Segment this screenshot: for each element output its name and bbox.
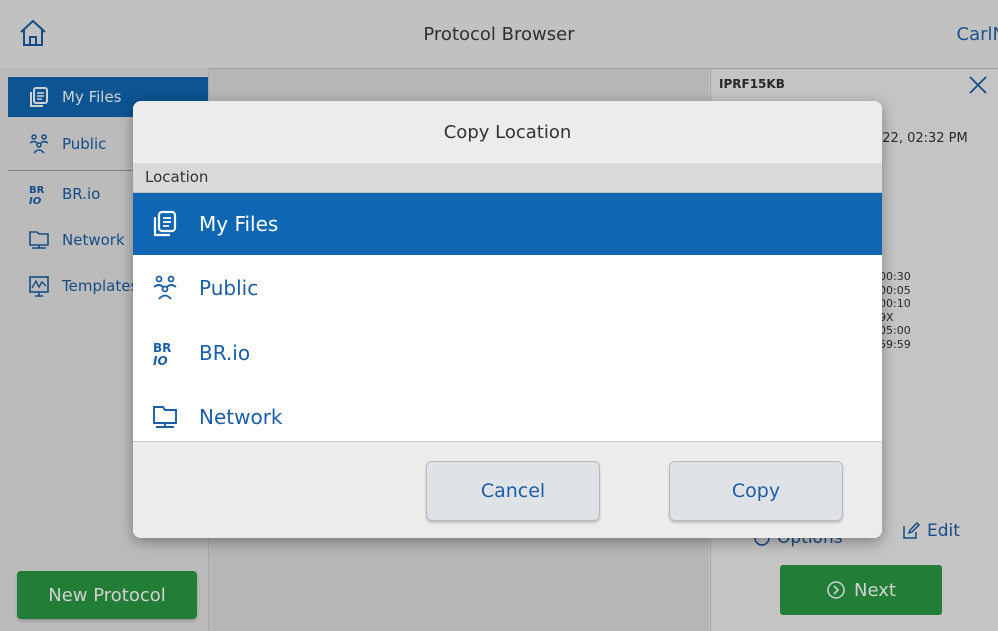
location-item-network[interactable]: Network	[133, 386, 882, 448]
dialog-footer: Cancel Copy	[133, 441, 882, 538]
location-item-br-io[interactable]: BR IO BR.io	[133, 322, 882, 384]
network-icon	[153, 406, 177, 428]
public-icon	[153, 275, 177, 300]
location-label: BR.io	[199, 341, 251, 365]
location-item-public[interactable]: Public	[133, 257, 882, 319]
location-label: Network	[199, 405, 283, 429]
location-label: Public	[199, 276, 259, 300]
cancel-button[interactable]: Cancel	[426, 461, 600, 521]
my-files-icon	[153, 210, 177, 237]
svg-text:IO: IO	[153, 354, 168, 367]
svg-text:BR: BR	[153, 341, 171, 355]
location-section-label: Location	[133, 163, 882, 193]
dialog-title: Copy Location	[133, 101, 882, 164]
br-io-icon: BR IO	[153, 341, 171, 367]
location-item-my-files[interactable]: My Files	[133, 193, 882, 255]
location-label: My Files	[199, 212, 279, 236]
copy-location-dialog: Copy Location Location My Files Public B…	[133, 101, 882, 538]
copy-button[interactable]: Copy	[669, 461, 843, 521]
